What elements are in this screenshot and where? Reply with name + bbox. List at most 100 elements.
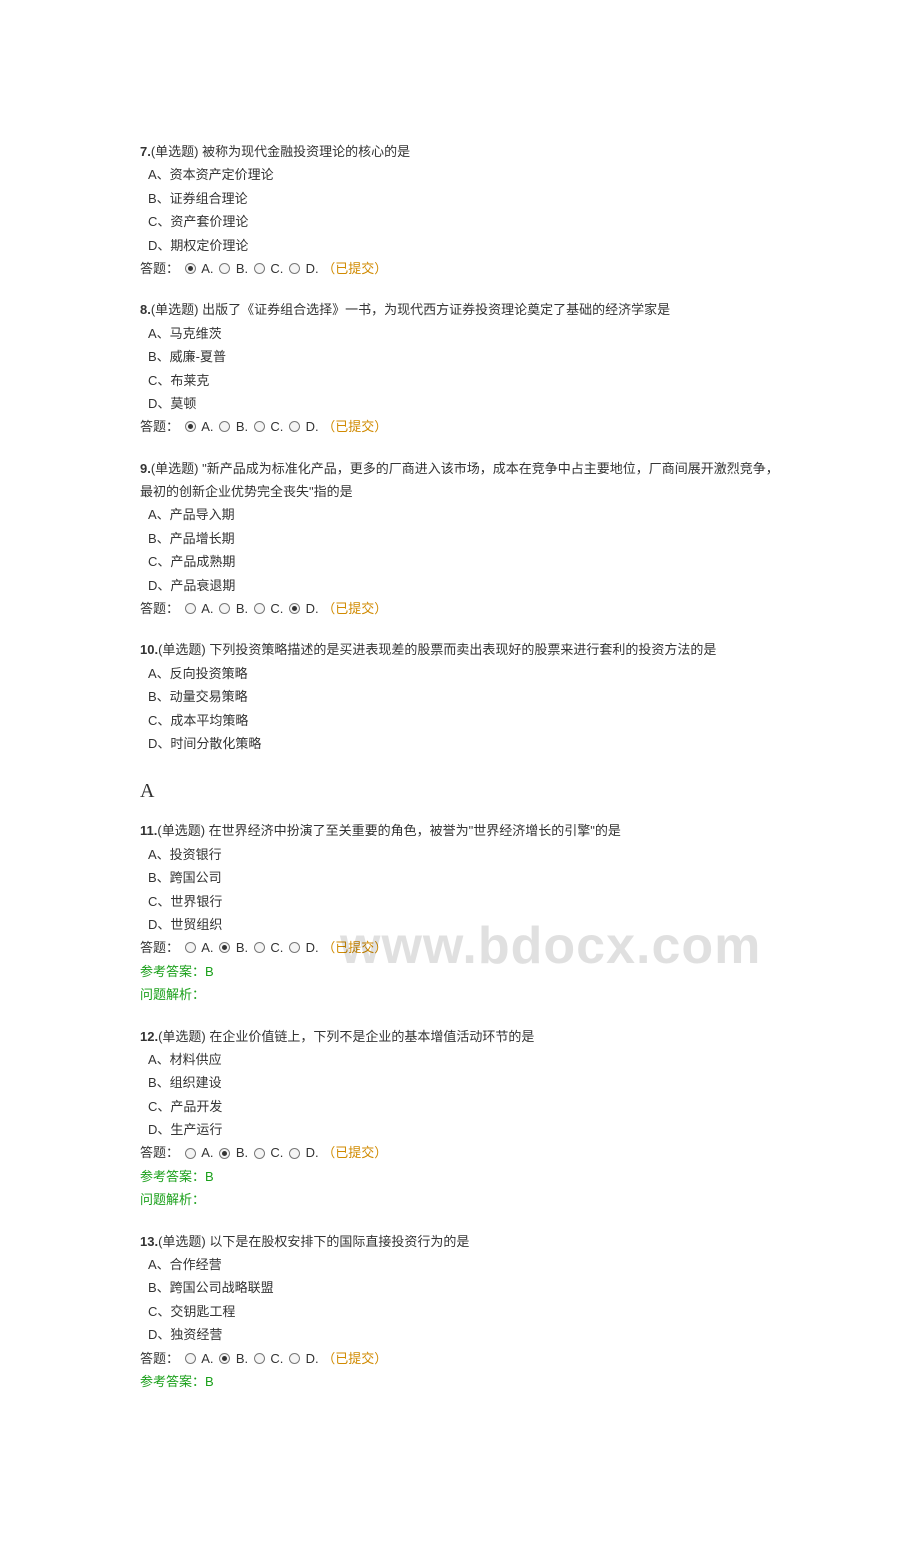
radio-c[interactable] — [254, 1148, 265, 1159]
radio-c[interactable] — [254, 942, 265, 953]
opt-label-b: B. — [236, 1351, 248, 1366]
radio-c[interactable] — [254, 421, 265, 432]
answer-row: 答题： A. B. C. D. （已提交） — [140, 936, 780, 959]
question-13: 13.(单选题) 以下是在股权安排下的国际直接投资行为的是 A、合作经营 B、跨… — [140, 1230, 780, 1394]
question-type: (单选题) — [157, 823, 205, 838]
submitted-label: （已提交） — [322, 261, 387, 276]
question-number: 10. — [140, 642, 158, 657]
page-container: www.bdocx.com 7.(单选题) 被称为现代金融投资理论的核心的是 A… — [140, 140, 780, 1393]
radio-d[interactable] — [289, 263, 300, 274]
reference-answer: 参考答案：B — [140, 960, 780, 983]
question-8: 8.(单选题) 出版了《证券组合选择》一书，为现代西方证券投资理论奠定了基础的经… — [140, 298, 780, 438]
option-d: D、莫顿 — [140, 392, 780, 415]
option-a: A、反向投资策略 — [140, 662, 780, 685]
radio-b[interactable] — [219, 263, 230, 274]
question-text: 12.(单选题) 在企业价值链上，下列不是企业的基本增值活动环节的是 — [140, 1025, 780, 1048]
question-7: 7.(单选题) 被称为现代金融投资理论的核心的是 A、资本资产定价理论 B、证券… — [140, 140, 780, 280]
opt-label-c: C. — [270, 940, 283, 955]
option-b: B、产品增长期 — [140, 527, 780, 550]
radio-d[interactable] — [289, 603, 300, 614]
radio-c[interactable] — [254, 263, 265, 274]
question-11: 11.(单选题) 在世界经济中扮演了至关重要的角色，被誉为"世界经济增长的引擎"… — [140, 819, 780, 1006]
radio-b[interactable] — [219, 421, 230, 432]
option-a: A、材料供应 — [140, 1048, 780, 1071]
option-b: B、动量交易策略 — [140, 685, 780, 708]
option-d: D、独资经营 — [140, 1323, 780, 1346]
opt-label-a: A. — [201, 1145, 213, 1160]
question-number: 13. — [140, 1234, 158, 1249]
option-c: C、成本平均策略 — [140, 709, 780, 732]
question-text: 8.(单选题) 出版了《证券组合选择》一书，为现代西方证券投资理论奠定了基础的经… — [140, 298, 780, 321]
opt-label-b: B. — [236, 261, 248, 276]
question-number: 7. — [140, 144, 151, 159]
option-a: A、马克维茨 — [140, 322, 780, 345]
radio-d[interactable] — [289, 421, 300, 432]
opt-label-c: C. — [270, 261, 283, 276]
radio-a[interactable] — [185, 1148, 196, 1159]
answer-label: 答题： — [140, 940, 179, 955]
option-d: D、产品衰退期 — [140, 574, 780, 597]
standalone-answer-letter: A — [140, 773, 780, 809]
option-b: B、跨国公司 — [140, 866, 780, 889]
opt-label-a: A. — [201, 261, 213, 276]
option-c: C、产品成熟期 — [140, 550, 780, 573]
option-d: D、世贸组织 — [140, 913, 780, 936]
question-body: 下列投资策略描述的是买进表现差的股票而卖出表现好的股票来进行套利的投资方法的是 — [209, 642, 716, 657]
opt-label-d: D. — [306, 1351, 319, 1366]
option-d: D、时间分散化策略 — [140, 732, 780, 755]
opt-label-c: C. — [270, 601, 283, 616]
opt-label-d: D. — [306, 419, 319, 434]
answer-label: 答题： — [140, 419, 179, 434]
radio-d[interactable] — [289, 1353, 300, 1364]
radio-a[interactable] — [185, 603, 196, 614]
answer-row: 答题： A. B. C. D. （已提交） — [140, 257, 780, 280]
submitted-label: （已提交） — [322, 1145, 387, 1160]
radio-a[interactable] — [185, 421, 196, 432]
radio-d[interactable] — [289, 942, 300, 953]
question-type: (单选题) — [151, 302, 199, 317]
radio-c[interactable] — [254, 603, 265, 614]
option-a: A、产品导入期 — [140, 503, 780, 526]
question-text: 13.(单选题) 以下是在股权安排下的国际直接投资行为的是 — [140, 1230, 780, 1253]
question-body: "新产品成为标准化产品，更多的厂商进入该市场，成本在竞争中占主要地位，厂商间展开… — [140, 461, 779, 499]
radio-c[interactable] — [254, 1353, 265, 1364]
opt-label-c: C. — [270, 419, 283, 434]
opt-label-d: D. — [306, 601, 319, 616]
submitted-label: （已提交） — [322, 940, 387, 955]
radio-b[interactable] — [219, 1353, 230, 1364]
radio-a[interactable] — [185, 1353, 196, 1364]
answer-row: 答题： A. B. C. D. （已提交） — [140, 1347, 780, 1370]
explanation-label: 问题解析： — [140, 983, 780, 1006]
opt-label-b: B. — [236, 940, 248, 955]
option-b: B、跨国公司战略联盟 — [140, 1276, 780, 1299]
option-c: C、交钥匙工程 — [140, 1300, 780, 1323]
answer-label: 答题： — [140, 1351, 179, 1366]
question-9: 9.(单选题) "新产品成为标准化产品，更多的厂商进入该市场，成本在竞争中占主要… — [140, 457, 780, 621]
question-type: (单选题) — [158, 1234, 206, 1249]
question-text: 10.(单选题) 下列投资策略描述的是买进表现差的股票而卖出表现好的股票来进行套… — [140, 638, 780, 661]
radio-a[interactable] — [185, 263, 196, 274]
radio-b[interactable] — [219, 942, 230, 953]
submitted-label: （已提交） — [322, 601, 387, 616]
radio-b[interactable] — [219, 603, 230, 614]
option-d: D、生产运行 — [140, 1118, 780, 1141]
question-number: 9. — [140, 461, 151, 476]
reference-answer: 参考答案：B — [140, 1370, 780, 1393]
question-12: 12.(单选题) 在企业价值链上，下列不是企业的基本增值活动环节的是 A、材料供… — [140, 1025, 780, 1212]
radio-a[interactable] — [185, 942, 196, 953]
question-number: 11. — [140, 823, 157, 838]
answer-row: 答题： A. B. C. D. （已提交） — [140, 597, 780, 620]
radio-d[interactable] — [289, 1148, 300, 1159]
opt-label-d: D. — [306, 261, 319, 276]
opt-label-b: B. — [236, 1145, 248, 1160]
question-type: (单选题) — [151, 144, 199, 159]
option-c: C、世界银行 — [140, 890, 780, 913]
answer-row: 答题： A. B. C. D. （已提交） — [140, 1141, 780, 1164]
question-type: (单选题) — [151, 461, 199, 476]
option-d: D、期权定价理论 — [140, 234, 780, 257]
radio-b[interactable] — [219, 1148, 230, 1159]
option-c: C、资产套价理论 — [140, 210, 780, 233]
opt-label-d: D. — [306, 1145, 319, 1160]
submitted-label: （已提交） — [322, 419, 387, 434]
option-a: A、资本资产定价理论 — [140, 163, 780, 186]
